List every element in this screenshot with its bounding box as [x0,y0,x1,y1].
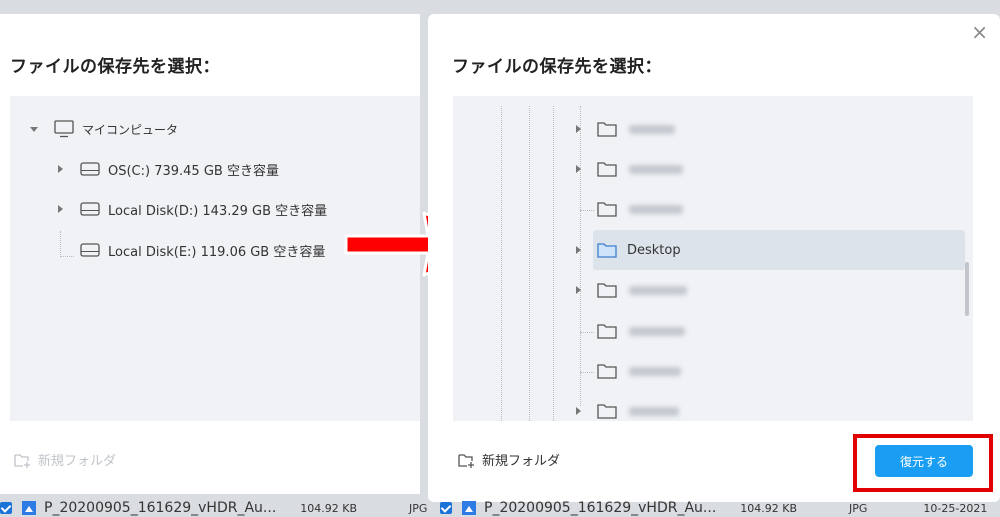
chevron-right-icon[interactable] [58,165,63,173]
chevron-right-icon[interactable] [576,165,581,173]
checkbox-checked-icon[interactable] [0,502,12,514]
new-folder-button[interactable]: 新規フォルダ [14,450,116,469]
new-folder-icon [458,452,476,468]
folder-icon [597,403,617,419]
new-folder-icon [14,452,32,468]
tree-item-drive-d[interactable]: Local Disk(D:) 143.29 GB 空き容量 [50,194,327,224]
file-size: 104.92 KB [300,501,358,515]
file-name: P_20200905_161629_vHDR_Au... [44,500,277,516]
image-file-icon [22,501,36,515]
new-folder-label: 新規フォルダ [38,454,117,469]
file-row[interactable]: P_20200905_161629_vHDR_Au... 104.92 KB J… [0,500,427,516]
tree-item-folder[interactable] [573,154,683,184]
file-size: 104.92 KB [740,501,798,515]
chevron-right-icon[interactable] [576,246,581,254]
tree-item-label: Local Disk(D:) 143.29 GB 空き容量 [108,203,328,219]
folder-icon [597,161,617,177]
folder-icon [597,323,617,339]
file-type: JPG [409,501,428,515]
tree-item-folder[interactable] [573,194,683,224]
drive-icon [80,202,100,216]
file-type: JPG [849,501,868,515]
tree-item-label [629,164,683,174]
tree-item-label [629,124,675,134]
new-folder-button[interactable]: 新規フォルダ [458,450,560,469]
dialog-title: ファイルの保存先を選択： [452,57,662,77]
tree-item-desktop[interactable]: Desktop [573,235,681,265]
tree-item-label [629,366,681,376]
dialog-title: ファイルの保存先を選択： [10,57,220,77]
file-row[interactable]: P_20200905_161629_vHDR_Au... 104.92 KB J… [440,500,987,516]
checkbox-checked-icon[interactable] [440,502,452,514]
tree-item-label [629,406,679,416]
tree-item-label [629,204,683,214]
tree-item-folder[interactable] [573,356,681,386]
file-name: P_20200905_161629_vHDR_Au... [484,500,717,516]
chevron-right-icon[interactable] [576,286,581,294]
tree-item-label: Local Disk(E:) 119.06 GB 空き容量 [108,244,326,260]
chevron-down-icon[interactable] [30,127,38,132]
folder-icon [597,121,617,137]
chevron-right-icon[interactable] [576,407,581,415]
tree-item-drive-e[interactable]: Local Disk(E:) 119.06 GB 空き容量 [50,235,325,265]
folder-icon [597,363,617,379]
close-button[interactable]: × [971,20,988,44]
highlight-box [853,434,993,492]
image-file-icon [462,501,476,515]
tree-item-folder[interactable] [573,275,687,305]
tree-item-label: マイコンピュータ [82,122,179,137]
tree-item-folder[interactable] [573,316,685,346]
new-folder-label: 新規フォルダ [482,454,561,469]
tree-item-label: Desktop [627,242,681,258]
folder-icon [597,282,617,298]
tree-item-label [629,285,687,295]
right-dialog: × ファイルの保存先を選択： Desktop 新規フォルダ 復元する [428,14,1000,502]
file-date: 10-25-2021 [923,501,988,515]
chevron-right-icon[interactable] [576,125,581,133]
drive-icon [80,243,100,257]
tree-item-drive-c[interactable]: OS(C:) 739.45 GB 空き容量 [50,154,279,184]
chevron-right-icon[interactable] [58,205,63,213]
folder-icon [597,201,617,217]
tree-item-computer[interactable]: マイコンピュータ [24,114,178,144]
monitor-icon [54,120,74,138]
tree-item-folder[interactable] [573,114,675,144]
tree-item-label [629,326,685,336]
drive-icon [80,162,100,176]
folder-icon [597,242,617,258]
tree-item-label: OS(C:) 739.45 GB 空き容量 [108,163,279,179]
tree-item-folder[interactable] [573,396,679,426]
scrollbar-thumb[interactable] [965,262,969,316]
folder-tree: Desktop [453,96,973,421]
